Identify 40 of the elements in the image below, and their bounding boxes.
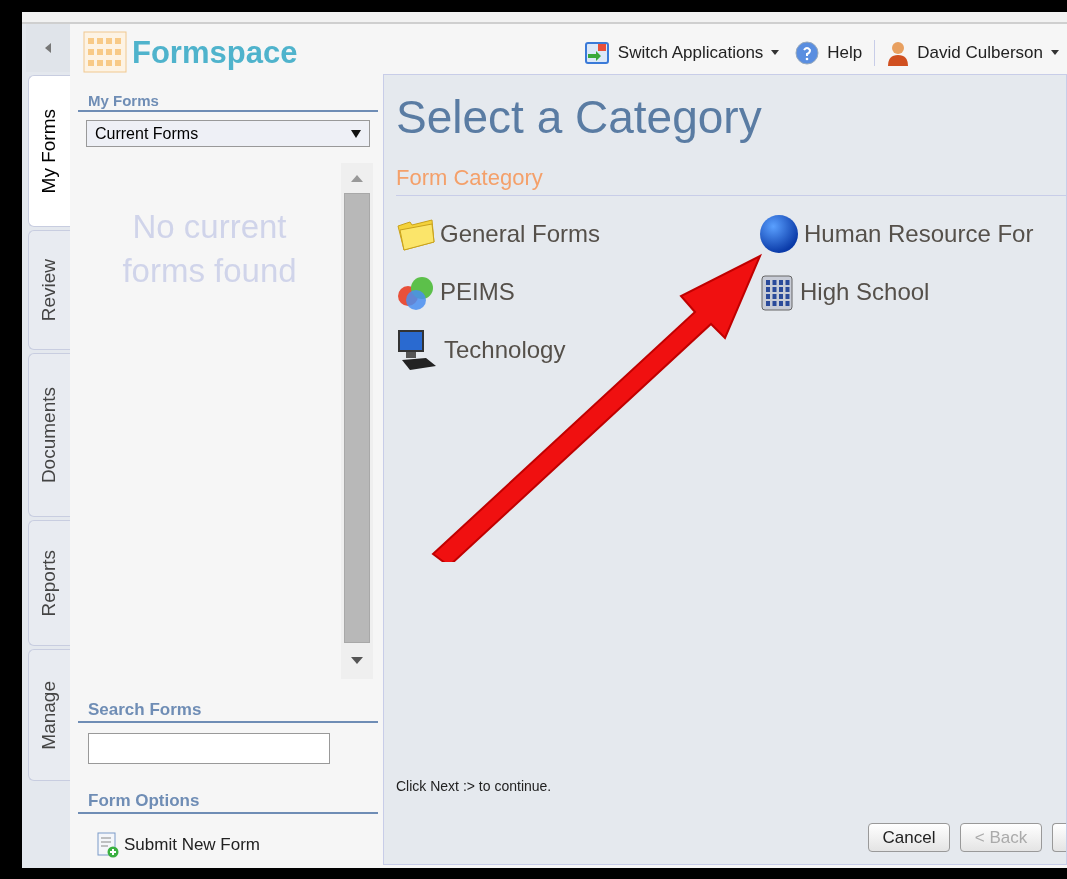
scrollbar-thumb[interactable] [344, 193, 370, 643]
filter-dropdown[interactable]: Current Forms [86, 120, 370, 147]
next-button[interactable] [1052, 823, 1066, 852]
search-field[interactable] [88, 733, 330, 764]
scroll-up-icon[interactable] [351, 174, 363, 182]
help-button[interactable]: Help [795, 40, 876, 66]
user-icon [887, 40, 910, 66]
help-icon [795, 41, 820, 65]
folder-icon [396, 216, 436, 252]
user-menu-button[interactable]: David Culberson [887, 40, 1059, 66]
category-link[interactable]: Human Resource For [758, 212, 1066, 256]
category-link[interactable]: Technology [396, 328, 758, 372]
section-heading: Form Category [396, 163, 1066, 196]
dropdown-arrow-icon [351, 129, 361, 138]
sphere-icon [758, 213, 800, 255]
form-add-icon [96, 832, 120, 858]
logo-icon [82, 30, 128, 76]
scrollbar[interactable] [341, 163, 373, 679]
section-heading: My Forms [78, 92, 378, 112]
side-tab[interactable]: Reports [28, 520, 70, 646]
building-icon [758, 272, 796, 312]
switch-applications-button[interactable]: Switch Applications [583, 40, 780, 66]
switch-icon [583, 40, 610, 66]
wizard-button[interactable]: Cancel [868, 823, 950, 852]
side-tab[interactable]: Review [28, 230, 70, 350]
category-link[interactable]: High School [758, 270, 1066, 314]
collapse-icon[interactable] [44, 42, 52, 54]
scroll-down-icon[interactable] [351, 657, 363, 665]
side-tab[interactable]: Documents [28, 353, 70, 517]
submit-form-link[interactable]: Submit New Form [96, 832, 378, 858]
caret-icon [771, 50, 780, 56]
side-tab[interactable]: Manage [28, 649, 70, 781]
app-name: Formspace [132, 33, 298, 72]
section-heading: Search Forms [78, 699, 378, 723]
section-heading: Form Options [78, 790, 378, 814]
category-link[interactable]: General Forms [396, 212, 758, 256]
caret-icon [1051, 50, 1059, 56]
side-tab[interactable]: My Forms [28, 75, 70, 227]
hint-text: Click Next :> to continue. [396, 777, 553, 796]
page-title: Select a Category [396, 90, 763, 145]
